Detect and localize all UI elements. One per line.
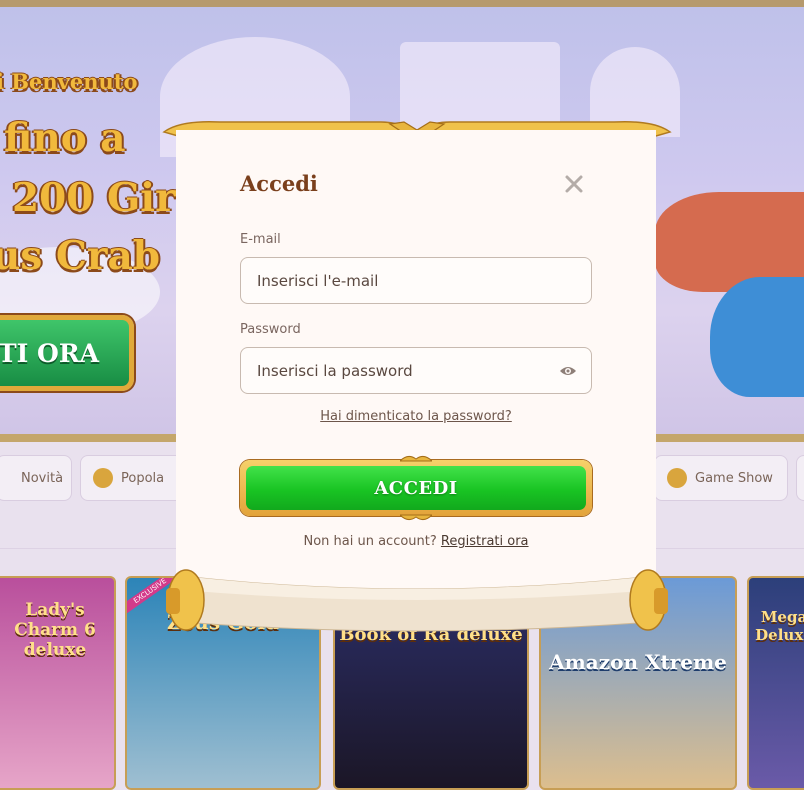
bow-ornament-bottom: [400, 514, 432, 521]
category-label: Popola: [121, 470, 165, 486]
game-tile[interactable]: Lady's Charm 6 deluxe: [0, 576, 116, 790]
game-title: Amazon Xtreme: [549, 650, 727, 674]
password-field[interactable]: [241, 348, 547, 393]
game-title: Mega Deluxe: [755, 608, 804, 644]
scroll-bottom-ornament: [166, 569, 668, 632]
email-field-wrapper: [240, 257, 592, 304]
star-icon: [93, 468, 113, 488]
login-modal: Accedi E-mail Password Hai dimenticato l…: [160, 108, 674, 648]
hero-headline: us Crab: [0, 233, 161, 279]
password-label: Password: [240, 322, 301, 337]
hero-cta-button[interactable]: TI ORA: [0, 315, 134, 391]
game-tile[interactable]: Mega Deluxe: [747, 576, 804, 790]
hero-cta-label: TI ORA: [0, 338, 99, 368]
eye-icon[interactable]: [559, 362, 577, 380]
register-prompt: Non hai un account? Registrati ora: [160, 534, 672, 549]
password-field-wrapper: [240, 347, 592, 394]
category-novita[interactable]: Novità: [0, 455, 72, 501]
email-label: E-mail: [240, 232, 281, 247]
game-title: Lady's Charm 6 deluxe: [14, 600, 96, 660]
login-button[interactable]: ACCEDI: [240, 455, 592, 521]
top-border: [0, 0, 804, 7]
category-game-show[interactable]: Game Show: [654, 455, 788, 501]
hero-headline: fino a: [4, 115, 126, 161]
register-link[interactable]: Registrati ora: [441, 534, 529, 549]
login-button-face: ACCEDI: [246, 466, 586, 510]
forgot-password-link[interactable]: Hai dimenticato la password?: [160, 409, 672, 424]
hero-headline: 200 Gir: [12, 175, 176, 221]
category-label: Game Show: [695, 470, 773, 486]
email-field[interactable]: [241, 258, 547, 303]
category-next[interactable]: [796, 455, 804, 501]
category-label: Novità: [21, 470, 64, 486]
no-account-text: Non hai un account?: [303, 534, 437, 549]
bow-ornament-top: [400, 455, 432, 462]
close-icon[interactable]: [562, 172, 586, 196]
hero-headline: i Benvenuto: [0, 69, 138, 94]
modal-title: Accedi: [240, 171, 318, 196]
hero-artwork: [710, 277, 804, 397]
login-button-label: ACCEDI: [374, 477, 458, 499]
